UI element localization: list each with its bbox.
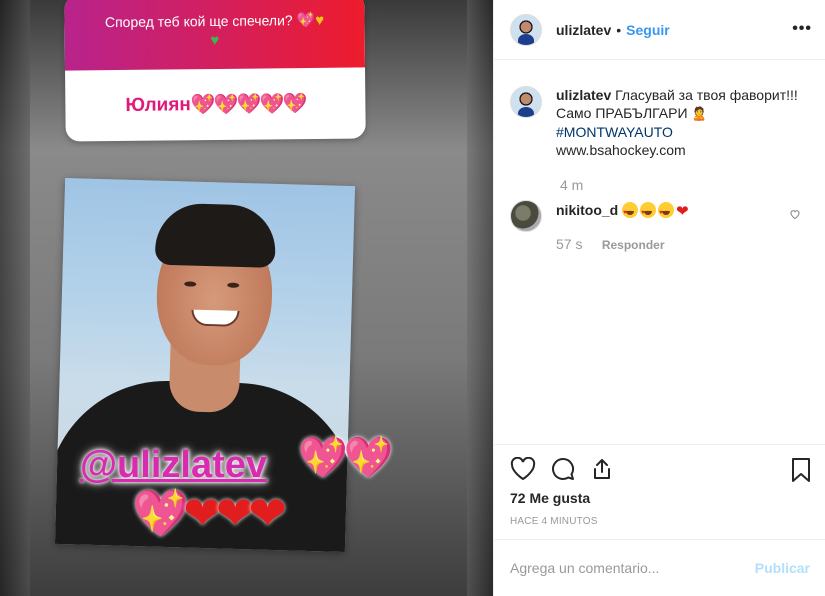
- share-arrow-icon[interactable]: [590, 457, 614, 481]
- green-heart-emoji: ♥: [210, 31, 220, 50]
- speech-bubble-icon[interactable]: [550, 457, 576, 481]
- heart-eyes-emoji: [640, 202, 657, 223]
- author-avatar[interactable]: [510, 13, 542, 46]
- caption-time: 4 m: [560, 177, 584, 193]
- bookmark-icon[interactable]: [790, 457, 812, 483]
- poll-question-bar: Според теб кой ще спечели? 💖♥ ♥: [64, 0, 366, 71]
- commenter-avatar[interactable]: [510, 200, 542, 232]
- sparkling-heart-emoji: 💖: [132, 487, 189, 539]
- heart-eyes-emoji: [658, 202, 675, 223]
- comment-time: 57 s: [556, 236, 583, 252]
- story-poll-sticker: Според теб кой ще спечели? 💖♥ ♥ Юлиян 💖💖…: [64, 0, 366, 142]
- media-shadow-right: [467, 0, 493, 596]
- post-media[interactable]: Според теб кой ще спечели? 💖♥ ♥ Юлиян 💖💖…: [0, 0, 493, 596]
- heart-outline-icon[interactable]: [510, 457, 536, 481]
- yellow-heart-emoji: ♥: [315, 11, 325, 29]
- more-options-icon[interactable]: •••: [792, 20, 812, 38]
- photo-eye-left: [184, 281, 197, 287]
- caption-avatar[interactable]: [510, 86, 542, 118]
- red-heart-emoji: ❤: [183, 487, 221, 539]
- media-shadow-left: [0, 0, 30, 596]
- follow-button[interactable]: Seguir: [626, 22, 670, 38]
- caption-line-1: Гласувай за твоя фаворит!!!: [615, 87, 798, 103]
- sparkling-heart-emoji: 💖: [296, 11, 316, 30]
- photo-hair: [154, 202, 277, 268]
- red-heart-emoji: ❤: [215, 487, 254, 539]
- header-separator: •: [616, 21, 622, 38]
- post-header: ulizlatev • Seguir •••: [494, 0, 825, 60]
- comment-item: nikitoo_d ❤ 57 s Responder: [510, 200, 810, 255]
- poll-question: Според теб кой ще спечели?: [104, 12, 293, 31]
- story-mention-sticker: @ulizlatev: [80, 444, 267, 486]
- red-heart-emoji: ❤: [676, 203, 689, 220]
- caption-username[interactable]: ulizlatev: [556, 87, 611, 103]
- caption-text: ulizlatev Гласувай за твоя фаворит!!! Са…: [556, 86, 798, 159]
- caption-hashtag[interactable]: #MONTWAYAUTO: [556, 123, 798, 141]
- photo-eye-right: [227, 282, 240, 288]
- publish-button[interactable]: Publicar: [755, 560, 810, 576]
- author-username[interactable]: ulizlatev: [556, 22, 611, 38]
- woman-emoji: 🙎: [691, 106, 708, 121]
- add-comment-bar: Publicar: [494, 539, 825, 596]
- post-side-panel: ulizlatev • Seguir ••• ulizlatev Гласува…: [493, 0, 825, 596]
- posted-time[interactable]: HACE 4 MINUTOS: [510, 516, 598, 527]
- caption-link: www.bsahockey.com: [556, 142, 686, 158]
- sparkling-heart-stickers: 💖💖: [298, 436, 394, 480]
- red-heart-emoji: ❤: [248, 487, 286, 539]
- post-caption: ulizlatev Гласувай за твоя фаворит!!! Са…: [510, 86, 810, 159]
- poll-option-label: Юлиян: [125, 93, 191, 116]
- likes-count[interactable]: 72 Me gusta: [510, 490, 590, 506]
- comment-body: nikitoo_d ❤ 57 s Responder: [556, 200, 689, 255]
- poll-option: Юлиян 💖💖💖💖💖: [65, 67, 366, 141]
- action-bar: [494, 444, 825, 494]
- caption-line-2: Само ПРАБЪЛГАРИ: [556, 105, 688, 121]
- comment-input[interactable]: [510, 560, 755, 576]
- heart-sticker-row: 💖❤❤❤: [132, 486, 287, 541]
- comment-meta: 57 s Responder: [556, 234, 689, 255]
- small-heart-icon[interactable]: [789, 208, 801, 220]
- heart-eyes-emoji: [622, 202, 639, 223]
- reply-button[interactable]: Responder: [602, 238, 665, 252]
- commenter-username[interactable]: nikitoo_d: [556, 202, 618, 218]
- sparkling-hearts-emoji-row: 💖💖💖💖💖: [190, 93, 306, 117]
